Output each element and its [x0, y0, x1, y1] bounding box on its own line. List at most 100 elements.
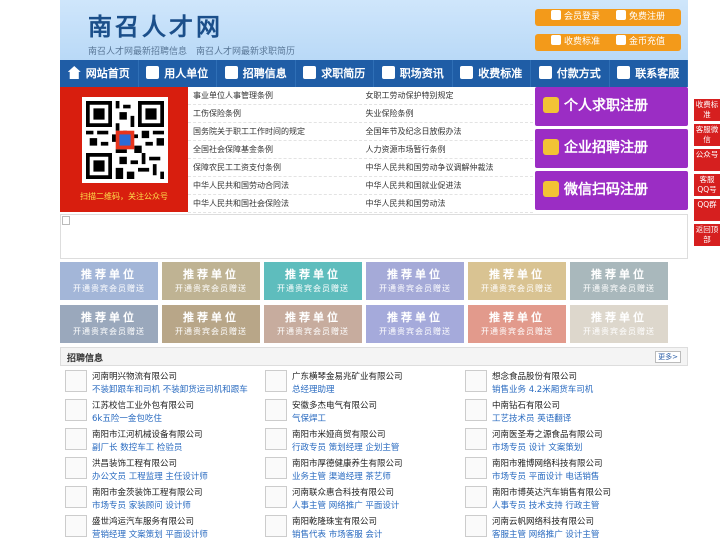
recommended-slot[interactable]: 推荐单位 开通贵宾会员赠送	[468, 305, 566, 343]
side-official-account-button[interactable]: 公众号	[694, 149, 720, 171]
company-logo[interactable]	[265, 457, 287, 479]
company-logo[interactable]	[465, 399, 487, 421]
policy-link[interactable]: 全国年节及纪念日放假办法	[361, 123, 534, 140]
side-wechat-button[interactable]: 客服微信	[694, 124, 720, 146]
policy-link[interactable]: 中华人民共和国劳动争议调解仲裁法	[361, 159, 534, 176]
recommended-slot[interactable]: 推荐单位 开通贵宾会员赠送	[366, 262, 464, 300]
job-positions[interactable]: 工艺技术员 英语翻译	[492, 412, 571, 424]
nav-item[interactable]: 网站首页	[60, 60, 139, 87]
company-logo[interactable]	[465, 428, 487, 450]
company-logo[interactable]	[265, 399, 287, 421]
job-positions[interactable]: 客服主管 网络推广 设计主管	[492, 528, 599, 540]
job-positions[interactable]: 市场专员 家装顾问 设计师	[92, 499, 191, 511]
company-register-button[interactable]: 企业招聘注册	[535, 129, 688, 168]
policy-link[interactable]: 事业单位人事管理条例	[188, 87, 361, 104]
company-logo[interactable]	[65, 370, 87, 392]
job-positions[interactable]: 6k五险一金包吃住	[92, 412, 162, 424]
policy-link[interactable]: 保障农民工工资支付条例	[188, 159, 361, 176]
company-name[interactable]: 河南医圣寿之源食品有限公司	[492, 428, 603, 440]
company-name[interactable]: 南阳市江河机械设备有限公司	[92, 428, 203, 440]
company-name[interactable]: 想念食品股份有限公司	[492, 370, 577, 382]
company-logo[interactable]	[465, 370, 487, 392]
company-logo[interactable]	[65, 515, 87, 537]
company-name[interactable]: 南阳市米娅商贸有限公司	[292, 428, 386, 440]
side-pricing-button[interactable]: 收费标准	[694, 99, 720, 121]
policy-link[interactable]: 失业保险条例	[361, 105, 534, 122]
job-positions[interactable]: 市场专员 设计 文案策划	[492, 441, 582, 453]
company-logo[interactable]	[65, 486, 87, 508]
company-logo[interactable]	[65, 457, 87, 479]
job-positions[interactable]: 总经理助理	[292, 383, 335, 395]
company-name[interactable]: 南阳市厚德健康养生有限公司	[292, 457, 403, 469]
recommended-slot[interactable]: 推荐单位 开通贵宾会员赠送	[162, 262, 260, 300]
company-logo[interactable]	[65, 399, 87, 421]
nav-item[interactable]: 联系客服	[610, 60, 688, 87]
wechat-register-button[interactable]: 微信扫码注册	[535, 171, 688, 210]
company-logo[interactable]	[65, 428, 87, 450]
company-name[interactable]: 中南钻石有限公司	[492, 399, 560, 411]
company-logo[interactable]	[265, 370, 287, 392]
company-name[interactable]: 南阳市博英达汽车销售有限公司	[492, 486, 611, 498]
policy-link[interactable]: 女职工劳动保护特别规定	[361, 87, 534, 104]
company-logo[interactable]	[465, 515, 487, 537]
recommended-slot[interactable]: 推荐单位 开通贵宾会员赠送	[60, 262, 158, 300]
recharge-button[interactable]: 金币充值	[600, 34, 681, 51]
nav-item[interactable]: 付款方式	[531, 60, 610, 87]
recommended-slot[interactable]: 推荐单位 开通贵宾会员赠送	[570, 262, 668, 300]
company-name[interactable]: 洪昌装饰工程有限公司	[92, 457, 177, 469]
job-positions[interactable]: 销售代表 市场客服 会计	[292, 528, 382, 540]
recommended-slot[interactable]: 推荐单位 开通贵宾会员赠送	[366, 305, 464, 343]
company-name[interactable]: 广东横琴金易兆矿业有限公司	[292, 370, 403, 382]
site-logo[interactable]: 南召人才网	[88, 7, 223, 42]
policy-link[interactable]: 中华人民共和国社会保险法	[188, 195, 361, 212]
job-positions[interactable]: 营销经理 文案策划 平面设计师	[92, 528, 208, 540]
nav-item[interactable]: 职场资讯	[374, 60, 453, 87]
company-name[interactable]: 盛世鸿运汽车服务有限公司	[92, 515, 194, 527]
company-name[interactable]: 南阳乾隆珠宝有限公司	[292, 515, 377, 527]
policy-link[interactable]: 全国社会保障基金条例	[188, 141, 361, 158]
company-logo[interactable]	[265, 486, 287, 508]
more-link[interactable]: 更多>	[655, 351, 681, 363]
back-to-top-button[interactable]: 返回顶部	[694, 224, 720, 246]
policy-link[interactable]: 人力资源市场暂行条例	[361, 141, 534, 158]
recommended-slot[interactable]: 推荐单位 开通贵宾会员赠送	[570, 305, 668, 343]
company-name[interactable]: 南阳市金茨装饰工程有限公司	[92, 486, 203, 498]
nav-item[interactable]: 求职简历	[296, 60, 374, 87]
company-name[interactable]: 河南明兴物流有限公司	[92, 370, 177, 382]
personal-register-button[interactable]: 个人求职注册	[535, 87, 688, 126]
recommended-slot[interactable]: 推荐单位 开通贵宾会员赠送	[162, 305, 260, 343]
job-positions[interactable]: 副厂长 数控车工 检验员	[92, 441, 182, 453]
job-positions[interactable]: 气保焊工	[292, 412, 326, 424]
company-logo[interactable]	[265, 515, 287, 537]
job-positions[interactable]: 人事专员 技术支持 行政主管	[492, 499, 599, 511]
company-logo[interactable]	[265, 428, 287, 450]
job-positions[interactable]: 行政专员 策划经理 企划主管	[292, 441, 399, 453]
company-name[interactable]: 安徽多杰电气有限公司	[292, 399, 377, 411]
policy-link[interactable]: 中华人民共和国劳动合同法	[188, 177, 361, 194]
job-positions[interactable]: 不装卸跟车和司机 不装卸货运司机和跟车	[92, 383, 248, 395]
recommended-slot[interactable]: 推荐单位 开通贵宾会员赠送	[60, 305, 158, 343]
job-positions[interactable]: 销售业务 4.2米厢货车司机	[492, 383, 593, 395]
recommended-slot[interactable]: 推荐单位 开通贵宾会员赠送	[468, 262, 566, 300]
side-qq-button[interactable]: 客服QQ号	[694, 174, 720, 196]
company-logo[interactable]	[465, 457, 487, 479]
company-name[interactable]: 南阳市雅博网络科技有限公司	[492, 457, 603, 469]
recommended-slot[interactable]: 推荐单位 开通贵宾会员赠送	[264, 262, 362, 300]
nav-item[interactable]: 用人单位	[139, 60, 217, 87]
policy-link[interactable]: 国务院关于职工工作时间的规定	[188, 123, 361, 140]
nav-item[interactable]: 收费标准	[453, 60, 531, 87]
policy-link[interactable]: 中华人民共和国劳动法	[361, 195, 534, 212]
policy-link[interactable]: 中华人民共和国就业促进法	[361, 177, 534, 194]
company-logo[interactable]	[465, 486, 487, 508]
recommended-slot[interactable]: 推荐单位 开通贵宾会员赠送	[264, 305, 362, 343]
job-positions[interactable]: 市场专员 平面设计 电话销售	[492, 470, 599, 482]
free-register-button[interactable]: 免费注册	[600, 9, 681, 26]
company-name[interactable]: 河南云帆网络科技有限公司	[492, 515, 594, 527]
company-name[interactable]: 江苏校信工业外包有限公司	[92, 399, 194, 411]
job-positions[interactable]: 人事主管 网络推广 平面设计	[292, 499, 399, 511]
company-name[interactable]: 河南联众惠合科技有限公司	[292, 486, 394, 498]
policy-link[interactable]: 工伤保险条例	[188, 105, 361, 122]
banner-image[interactable]	[60, 214, 688, 259]
job-positions[interactable]: 业务主管 渠道经理 茶艺师	[292, 470, 391, 482]
side-qq-group-button[interactable]: QQ群	[694, 199, 720, 221]
